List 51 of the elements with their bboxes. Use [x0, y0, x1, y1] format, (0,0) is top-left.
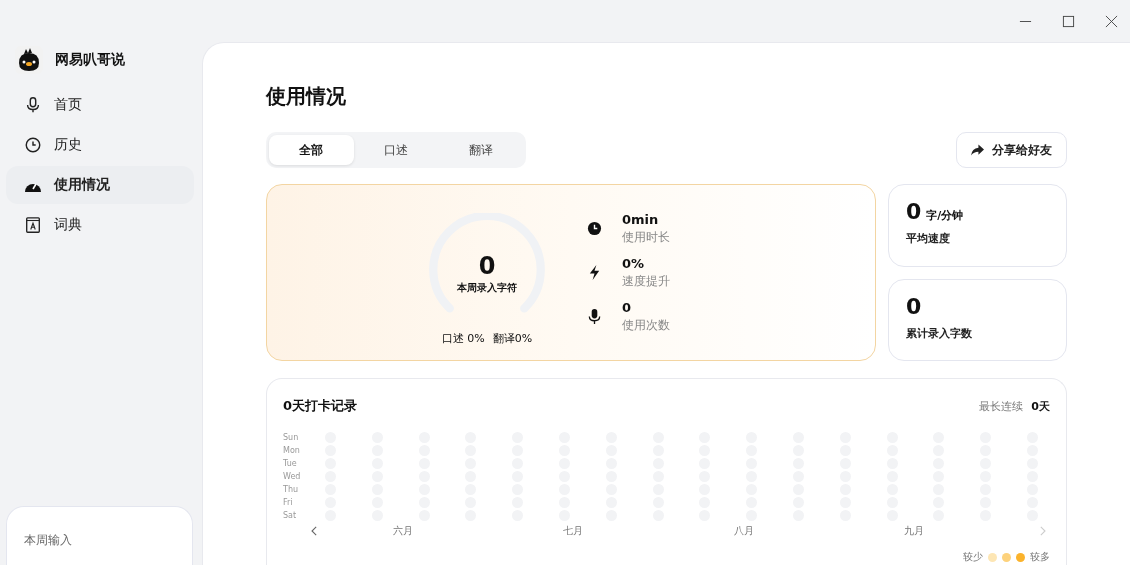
translation-share: 翻译0% [492, 331, 533, 346]
legend-less: 较少 [963, 550, 983, 564]
stat-value: 0 [622, 299, 633, 315]
chevron-left-icon[interactable] [311, 526, 318, 536]
sidebar-item[interactable]: 词典 [6, 206, 194, 244]
dictation-share: 口述 0% [441, 331, 485, 346]
speed-label: 平均速度 [906, 231, 951, 247]
total-chars-label: 累计录入字数 [906, 325, 973, 341]
month-label: 九月 [903, 524, 924, 538]
share-arrow-icon [971, 144, 984, 156]
total-chars-value: 0 [906, 293, 923, 320]
stat-value: 0min [622, 211, 660, 227]
streak-label: 最长连续 [979, 398, 1024, 414]
weekday-label: Tue [283, 458, 298, 470]
weekly-chars-caption: 本周录入字符 [457, 281, 517, 296]
clock-icon [587, 221, 602, 236]
sidebar-item[interactable]: 首页 [6, 86, 194, 124]
weekday-label: Fri [283, 497, 294, 509]
month-label: 七月 [563, 524, 584, 538]
weekday-label: Thu [283, 484, 300, 496]
stat-label: 速度提升 [622, 272, 670, 290]
maximize-icon[interactable] [1062, 14, 1075, 28]
tab[interactable]: 口述 [353, 135, 439, 165]
speed-value: 0 [906, 199, 922, 226]
speed-unit: 字/分钟 [926, 208, 964, 223]
microphone-icon [587, 309, 602, 324]
tab[interactable]: 翻译 [438, 135, 523, 165]
clock-icon [24, 136, 42, 154]
stat-value: 0% [622, 255, 646, 271]
streak-value: 0天 [1031, 398, 1050, 414]
weekday-label: Wed [283, 471, 302, 483]
page-title: 使用情况 [266, 83, 347, 110]
weekday-label: Sat [283, 510, 298, 522]
microphone-icon [24, 96, 42, 114]
close-icon[interactable] [1105, 14, 1118, 28]
share-button[interactable]: 分享给好友 [956, 132, 1067, 168]
weekday-label: Sun [283, 432, 300, 444]
dictionary-icon [24, 216, 42, 234]
checkin-title: 0天打卡记录 [283, 397, 358, 415]
weekly-chars-value: 0 [478, 253, 496, 280]
stat-label: 使用时长 [622, 228, 670, 246]
sidebar-item[interactable]: 历史 [6, 126, 194, 164]
legend-more: 较多 [1030, 550, 1050, 564]
stat-label: 使用次数 [622, 316, 670, 334]
month-label: 八月 [733, 524, 754, 538]
sidebar-item[interactable]: 使用情况 [6, 166, 194, 204]
month-label: 六月 [393, 524, 414, 538]
tab[interactable]: 全部 [269, 135, 354, 165]
app-name: 网易叭哥说 [55, 51, 125, 69]
weekday-label: Mon [283, 445, 301, 457]
weekly-input-title: 本周输入 [24, 533, 72, 547]
